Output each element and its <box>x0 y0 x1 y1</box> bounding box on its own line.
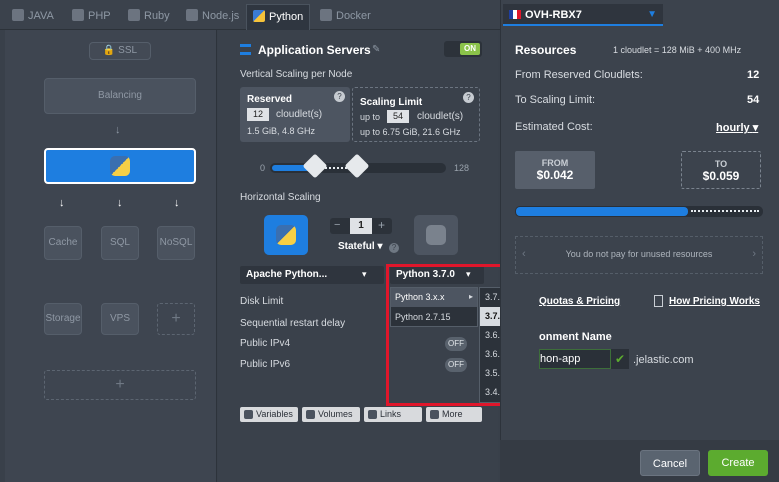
cancel-button[interactable]: Cancel <box>640 450 700 476</box>
chevron-down-icon: ▾ <box>362 269 367 279</box>
cache-node[interactable]: Cache <box>44 226 82 260</box>
folder-icon <box>306 410 315 419</box>
python-icon <box>253 10 265 22</box>
nosql-node[interactable]: NoSQL <box>157 226 195 260</box>
node-count-value[interactable]: 1 <box>350 218 372 234</box>
disabled-node-icon <box>414 215 458 255</box>
disk-limit-label: Disk Limit <box>240 296 284 307</box>
arrow-down-icon: ↓ <box>117 197 123 209</box>
reserved-handle[interactable] <box>302 153 328 179</box>
nodejs-icon <box>186 9 198 21</box>
config-panel: Application Servers ✎ ON Vertical Scalin… <box>218 30 498 482</box>
unused-note-box: ‹ You do not pay for unused resources › <box>515 236 763 274</box>
how-pricing-works-link[interactable]: How Pricing Works <box>669 296 760 307</box>
decrement-button[interactable]: − <box>334 219 340 231</box>
lock-icon: 🔒 <box>102 45 119 56</box>
more-button[interactable]: More <box>426 407 482 422</box>
tab-python[interactable]: Python <box>246 4 311 30</box>
vertical-scaling-label: Vertical Scaling per Node <box>240 69 353 80</box>
horizontal-scaling-label: Horizontal Scaling <box>240 192 321 203</box>
app-servers-title: Application Servers <box>258 43 371 57</box>
dialog-footer: Cancel Create <box>500 440 779 482</box>
scaling-limit-box: Scaling Limit ? up to 54 cloudlet(s) up … <box>352 87 480 142</box>
layers-icon <box>240 44 251 55</box>
tab-docker[interactable]: Docker <box>314 6 377 28</box>
app-server-node[interactable] <box>44 148 196 184</box>
public-ipv6-label: Public IPv6 <box>240 359 291 370</box>
check-icon: ✔ <box>611 349 629 369</box>
cost-bar <box>515 206 763 217</box>
ssl-toggle[interactable]: 🔒 SSL <box>89 42 151 60</box>
node-count-stepper[interactable]: − 1 + <box>330 218 392 234</box>
wrench-icon <box>430 410 439 419</box>
flag-icon <box>509 10 521 19</box>
tab-php[interactable]: PHP <box>66 6 117 28</box>
vps-node[interactable]: VPS <box>101 303 139 335</box>
env-name-label: onment Name <box>539 331 612 343</box>
on-toggle[interactable]: ON <box>444 41 482 57</box>
arrow-down-icon: ↓ <box>59 197 65 209</box>
period-dropdown[interactable]: hourly ▾ <box>716 121 758 134</box>
limit-handle[interactable] <box>344 153 370 179</box>
balancing-node[interactable]: Balancing <box>44 78 196 114</box>
chevron-right-icon[interactable]: › <box>752 248 756 260</box>
create-button[interactable]: Create <box>708 450 768 476</box>
info-icon: ? <box>463 92 474 103</box>
sequential-restart-label: Sequential restart delay <box>240 318 346 329</box>
info-icon: ? <box>334 91 345 102</box>
resources-title: Resources <box>515 43 577 57</box>
tab-java[interactable]: JAVA <box>6 6 60 28</box>
variables-button[interactable]: Variables <box>240 407 298 422</box>
limit-input[interactable]: 54 <box>387 110 409 123</box>
reserved-box: Reserved ? 12 cloudlet(s) 1.5 GiB, 4.8 G… <box>240 87 350 142</box>
resources-panel: OVH-RBX7 ▼ Resources 1 cloudlet = 128 Mi… <box>500 0 779 440</box>
docker-icon <box>320 9 332 21</box>
tab-ruby[interactable]: Ruby <box>122 6 176 28</box>
links-button[interactable]: Links <box>364 407 422 422</box>
python-node-icon <box>264 215 308 255</box>
to-price-box: TO $0.059 <box>681 151 761 189</box>
storage-node[interactable]: Storage <box>44 303 82 335</box>
server-select[interactable]: Apache Python... ▾ <box>240 266 384 284</box>
document-icon <box>654 295 663 307</box>
info-icon: ? <box>389 243 399 253</box>
quotas-pricing-link[interactable]: Quotas & Pricing <box>539 296 620 307</box>
python-logo-icon <box>110 156 130 176</box>
cloudlet-slider[interactable] <box>270 153 446 179</box>
sql-node[interactable]: SQL <box>101 226 139 260</box>
tab-nodejs[interactable]: Node.js <box>180 6 245 28</box>
chevron-down-icon: ▾ <box>752 122 759 134</box>
arrow-down-icon: ↓ <box>174 197 180 209</box>
region-select[interactable]: OVH-RBX7 ▼ <box>503 4 663 26</box>
java-icon <box>12 9 24 21</box>
ruby-icon <box>128 9 140 21</box>
arrow-down-icon: ↓ <box>115 124 121 136</box>
edit-icon[interactable]: ✎ <box>372 44 380 55</box>
stateful-dropdown[interactable]: Stateful ▾ <box>338 241 382 252</box>
public-ipv4-label: Public IPv4 <box>240 338 291 349</box>
stack-tabs: JAVA PHP Ruby Node.js Python Docker <box>0 0 500 30</box>
php-icon <box>72 9 84 21</box>
add-layer-button[interactable]: + <box>44 370 196 400</box>
chevron-down-icon: ▼ <box>647 9 657 20</box>
reserved-input[interactable]: 12 <box>247 108 269 121</box>
from-price-box: FROM $0.042 <box>515 151 595 189</box>
volumes-button[interactable]: Volumes <box>302 407 360 422</box>
add-extra-node-button[interactable]: + <box>157 303 195 335</box>
variables-icon <box>244 410 253 419</box>
link-icon <box>368 410 377 419</box>
env-domain: .jelastic.com <box>633 354 694 366</box>
env-name-input[interactable]: hon-app <box>539 349 611 369</box>
chevron-down-icon: ▾ <box>377 241 383 252</box>
increment-button[interactable]: + <box>378 218 385 232</box>
topology-panel: 🔒 SSL Balancing ↓ ↓ ↓ ↓ Cache SQL NoSQL … <box>5 30 217 482</box>
